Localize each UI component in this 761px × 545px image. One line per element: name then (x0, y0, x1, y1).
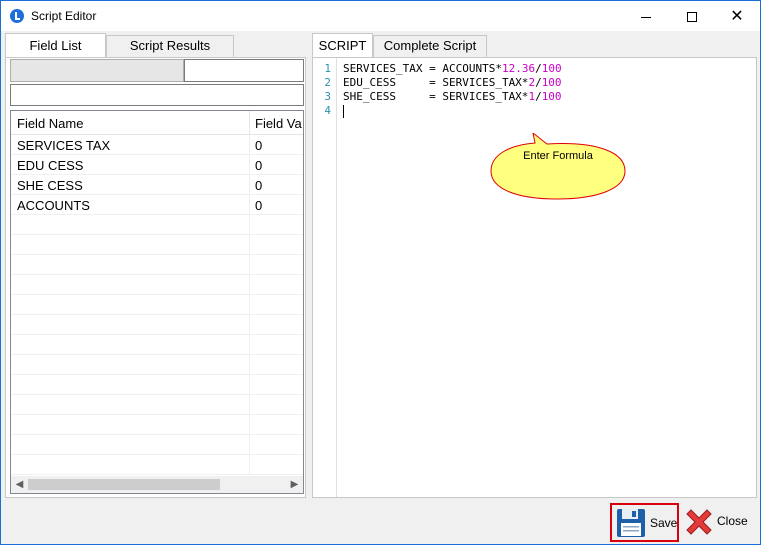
cell-field-name: EDU CESS (17, 158, 84, 173)
script-code-editor[interactable]: 1 2 3 4 SERVICES_TAX = ACCOUNTS*12.36/10… (312, 57, 757, 498)
cell-field-value: 0 (255, 138, 263, 153)
empty-row (11, 435, 303, 455)
number-literal: 12.36 (501, 62, 536, 75)
line-number: 1 (324, 62, 331, 75)
close-icon: ✕ (730, 8, 744, 25)
close-button[interactable]: Close (683, 503, 753, 542)
line-number-gutter: 1 2 3 4 (313, 58, 337, 497)
grid-rows: SERVICES TAX 0 EDU CESS 0 SHE CESS 0 ACC… (11, 135, 303, 475)
number-literal: 100 (541, 76, 562, 89)
grid-header: Field Name Field Va (11, 111, 303, 135)
cell-field-name: SERVICES TAX (17, 138, 111, 153)
maximize-button[interactable] (669, 1, 715, 31)
cell-field-name: ACCOUNTS (17, 198, 90, 213)
cell-field-value: 0 (255, 178, 263, 193)
code-line: SERVICES_TAX = ACCOUNTS*12.36/100 (343, 62, 562, 76)
number-literal: 100 (541, 90, 562, 103)
save-button[interactable]: Save (610, 503, 679, 542)
red-x-icon (686, 509, 712, 535)
window-title: Script Editor (31, 9, 97, 23)
code-line (343, 104, 562, 118)
empty-row (11, 415, 303, 435)
table-row[interactable]: SHE CESS 0 (11, 175, 303, 195)
number-literal: 100 (541, 62, 562, 75)
code-operator: / (535, 76, 542, 89)
code-text: SHE_CESS = SERVICES_TAX* (343, 90, 529, 103)
table-row[interactable]: SERVICES TAX 0 (11, 135, 303, 155)
callout-text: Enter Formula (523, 150, 593, 162)
column-header-field-name[interactable]: Field Name (17, 116, 83, 131)
script-editor-window: Script Editor ✕ Field List Script Result… (0, 0, 761, 545)
tab-complete-script[interactable]: Complete Script (373, 35, 487, 57)
code-text: EDU_CESS = SERVICES_TAX* (343, 76, 529, 89)
code-line: EDU_CESS = SERVICES_TAX*2/100 (343, 76, 562, 90)
field-list-panel: Field Name Field Va SERVICES TAX 0 EDU C… (5, 57, 306, 498)
empty-row (11, 355, 303, 375)
scroll-left-arrow-icon[interactable]: ◀ (11, 476, 28, 493)
cell-field-name: SHE CESS (17, 178, 83, 193)
line-number: 3 (324, 90, 331, 103)
empty-row (11, 275, 303, 295)
cell-field-value: 0 (255, 198, 263, 213)
table-row[interactable]: ACCOUNTS 0 (11, 195, 303, 215)
code-operator: / (535, 90, 542, 103)
empty-row (11, 315, 303, 335)
tab-script[interactable]: SCRIPT (312, 33, 373, 57)
speech-bubble-icon (490, 133, 626, 200)
enter-formula-callout: Enter Formula (489, 133, 627, 201)
tab-script-results[interactable]: Script Results (106, 35, 234, 57)
column-header-field-value[interactable]: Field Va (255, 116, 302, 131)
line-number: 2 (324, 76, 331, 89)
floppy-disk-icon (617, 509, 645, 537)
empty-row (11, 215, 303, 235)
field-search-input[interactable] (10, 84, 304, 106)
empty-row (11, 235, 303, 255)
empty-row (11, 295, 303, 315)
code-text: SERVICES_TAX = ACCOUNTS* (343, 62, 502, 75)
field-list-toolbar-button[interactable] (10, 59, 184, 82)
minimize-icon (641, 16, 651, 18)
code-area[interactable]: SERVICES_TAX = ACCOUNTS*12.36/100 EDU_CE… (343, 62, 562, 118)
empty-row (11, 255, 303, 275)
code-operator: / (535, 62, 542, 75)
empty-row (11, 375, 303, 395)
empty-row (11, 455, 303, 475)
horizontal-scrollbar[interactable]: ◀ ▶ (11, 476, 303, 493)
code-line: SHE_CESS = SERVICES_TAX*1/100 (343, 90, 562, 104)
line-number: 4 (324, 104, 331, 117)
window-close-button[interactable]: ✕ (714, 1, 760, 31)
maximize-icon (687, 12, 697, 23)
field-grid: Field Name Field Va SERVICES TAX 0 EDU C… (10, 110, 304, 494)
app-logo-icon (10, 9, 24, 23)
scroll-right-arrow-icon[interactable]: ▶ (286, 476, 303, 493)
table-row[interactable]: EDU CESS 0 (11, 155, 303, 175)
close-button-label: Close (717, 514, 748, 528)
cell-field-value: 0 (255, 158, 263, 173)
text-caret (343, 104, 344, 118)
minimize-button[interactable] (623, 1, 669, 31)
title-bar: Script Editor ✕ (1, 1, 760, 31)
scrollbar-thumb[interactable] (28, 479, 220, 490)
empty-row (11, 395, 303, 415)
field-list-toolbar-input[interactable] (184, 59, 304, 82)
save-button-label: Save (650, 516, 678, 530)
tab-field-list[interactable]: Field List (5, 33, 106, 57)
empty-row (11, 335, 303, 355)
